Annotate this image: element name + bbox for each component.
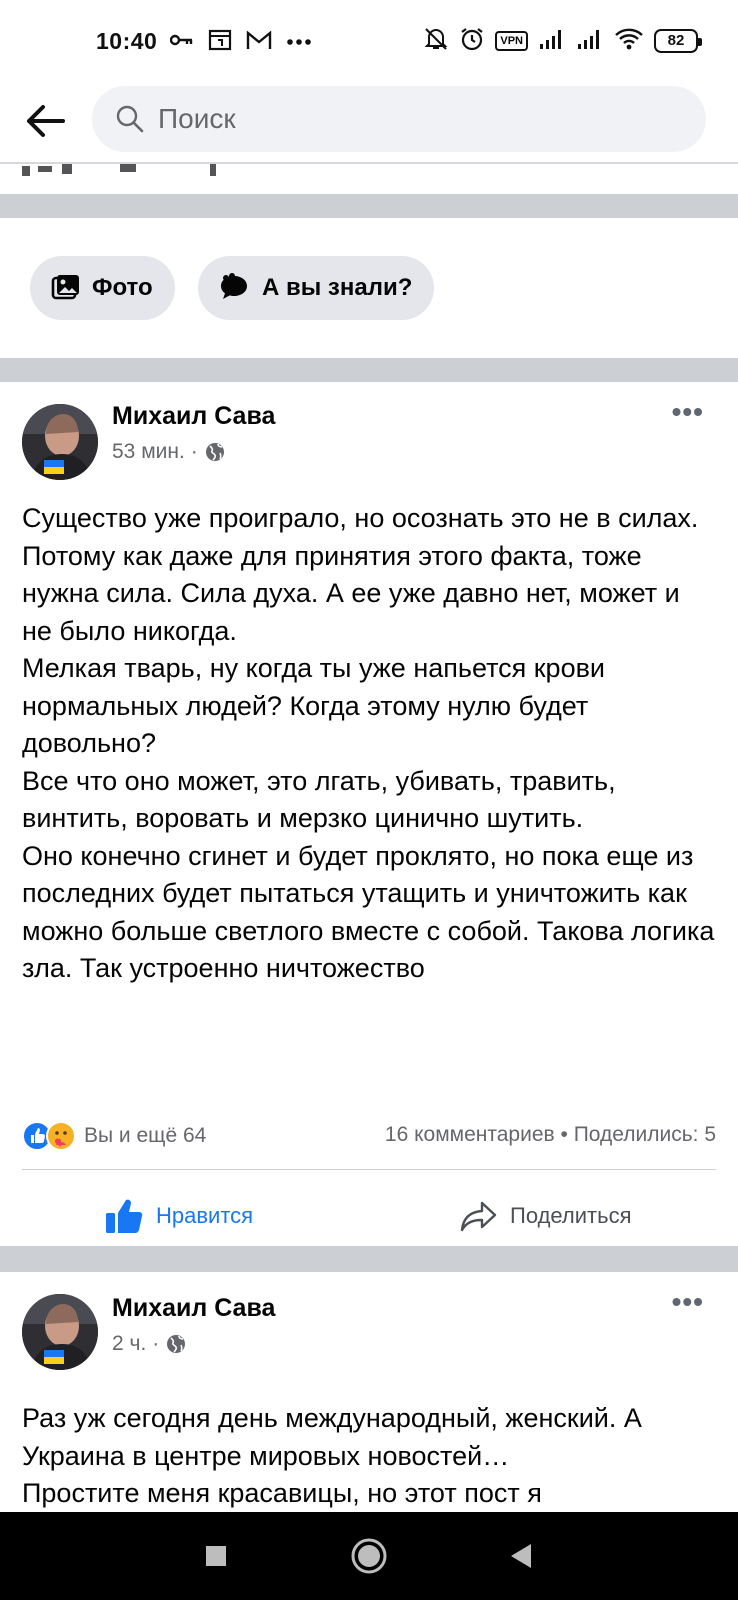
care-reaction-icon bbox=[46, 1121, 76, 1151]
clock: 10:40 bbox=[96, 28, 158, 54]
post-meta: 2 ч. · bbox=[112, 1332, 187, 1356]
section-divider bbox=[0, 194, 738, 218]
post-text: Раз уж сегодня день международный, женск… bbox=[22, 1403, 642, 1508]
photo-icon bbox=[50, 274, 80, 302]
globe-icon bbox=[167, 1335, 186, 1353]
search-placeholder: Поиск bbox=[158, 103, 236, 134]
post-card: Михаил Сава 2 ч. · ••• Раз уж сегодня де… bbox=[0, 1272, 738, 1512]
reactions-count: Вы и ещё 64 bbox=[84, 1124, 207, 1147]
speech-bubble-icon bbox=[218, 273, 250, 303]
post-meta: 53 мин. · bbox=[112, 440, 226, 464]
post-time[interactable]: 53 мин. bbox=[112, 440, 185, 464]
square-icon bbox=[206, 1546, 226, 1566]
actions-divider bbox=[22, 1169, 716, 1170]
home-button[interactable] bbox=[349, 1536, 389, 1576]
mute-icon bbox=[423, 26, 449, 57]
post-card: Михаил Сава 53 мин. · ••• Существо уже п… bbox=[0, 382, 738, 1246]
post-author[interactable]: Михаил Сава bbox=[112, 402, 275, 431]
dots-icon bbox=[286, 33, 312, 51]
status-bar: 10:40 VPN 82 bbox=[0, 0, 738, 86]
signal-icon bbox=[576, 28, 604, 55]
share-button[interactable]: Поделиться bbox=[460, 1194, 631, 1238]
battery-icon: 82 bbox=[654, 29, 702, 53]
key-icon bbox=[169, 33, 194, 52]
reactions-summary[interactable]: Вы и ещё 64 bbox=[22, 1120, 206, 1152]
composer-chips: Фото А вы знали? bbox=[0, 218, 738, 358]
post-author[interactable]: Михаил Сава bbox=[112, 1294, 275, 1323]
gmail-icon bbox=[246, 29, 272, 56]
did-you-know-chip-label: А вы знали? bbox=[262, 274, 413, 301]
vpn-icon: VPN bbox=[495, 31, 528, 51]
avatar[interactable] bbox=[22, 1294, 98, 1370]
section-divider bbox=[0, 1246, 738, 1272]
back-button[interactable] bbox=[20, 96, 70, 146]
post-time[interactable]: 2 ч. bbox=[112, 1332, 146, 1356]
did-you-know-chip[interactable]: А вы знали? bbox=[198, 256, 435, 320]
signal-icon bbox=[538, 28, 566, 55]
square-icon bbox=[208, 28, 232, 57]
arrow-left-icon bbox=[27, 105, 65, 137]
post-stats[interactable]: 16 комментариев • Поделились: 5 bbox=[385, 1123, 716, 1147]
triangle-back-icon bbox=[511, 1544, 531, 1568]
like-label: Нравится bbox=[156, 1203, 254, 1228]
share-label: Поделиться bbox=[510, 1203, 632, 1228]
search-icon bbox=[116, 105, 144, 133]
back-nav-button[interactable] bbox=[500, 1536, 540, 1576]
home-circle-icon bbox=[351, 1538, 387, 1574]
post-more-button[interactable]: ••• bbox=[672, 396, 704, 428]
section-divider bbox=[0, 358, 738, 382]
like-button[interactable]: Нравится bbox=[104, 1194, 253, 1238]
globe-icon bbox=[205, 443, 224, 461]
wifi-icon bbox=[614, 28, 644, 55]
post-more-button[interactable]: ••• bbox=[672, 1286, 704, 1318]
previous-content-fragment bbox=[0, 164, 738, 194]
search-bar: Поиск bbox=[0, 86, 738, 164]
post-text: Существо уже проиграло, но осознать это … bbox=[22, 503, 715, 983]
photo-chip[interactable]: Фото bbox=[30, 256, 175, 320]
thumbs-up-icon bbox=[106, 1199, 143, 1233]
avatar[interactable] bbox=[22, 404, 98, 480]
recents-button[interactable] bbox=[196, 1536, 236, 1576]
share-icon bbox=[460, 1201, 497, 1232]
photo-chip-label: Фото bbox=[92, 274, 153, 301]
system-nav-bar bbox=[0, 1512, 738, 1600]
search-input[interactable]: Поиск bbox=[92, 86, 706, 152]
alarm-icon bbox=[459, 26, 485, 57]
